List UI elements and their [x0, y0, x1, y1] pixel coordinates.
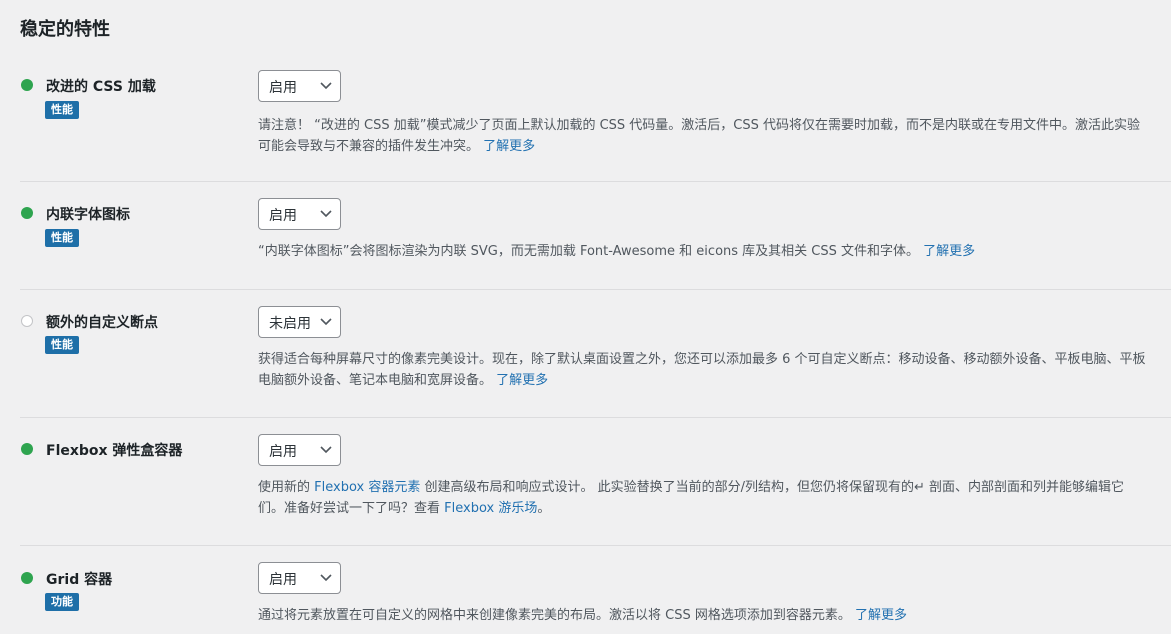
divider	[20, 289, 1171, 290]
feature-name: 改进的 CSS 加载	[46, 79, 156, 95]
feature-description: 使用新的 Flexbox 容器元素 创建高级布局和响应式设计。 此实验替换了当前…	[258, 477, 1148, 519]
section-title: 稳定的特性	[20, 19, 110, 40]
feature-name: Flexbox 弹性盒容器	[46, 443, 183, 459]
learn-more-link[interactable]: 了解更多	[483, 139, 535, 154]
flexbox-container-link[interactable]: Flexbox 容器元素	[314, 480, 420, 495]
tag-badge: 性能	[45, 229, 79, 247]
experiments-page: 稳定的特性 改进的 CSS 加载 性能 启用 请注意！ “改进的 CSS 加载”…	[0, 0, 1171, 634]
description-text: 获得适合每种屏幕尺寸的像素完美设计。现在，除了默认桌面设置之外，您还可以添加最多…	[258, 352, 1146, 388]
select-value: 启用	[269, 572, 297, 588]
feature-name: 额外的自定义断点	[46, 315, 158, 331]
divider	[20, 181, 1171, 182]
chevron-down-icon	[320, 446, 332, 454]
status-dot-active-icon	[21, 572, 33, 584]
status-select[interactable]: 启用	[258, 198, 341, 230]
description-text: 。	[537, 501, 551, 516]
status-select[interactable]: 未启用	[258, 306, 341, 338]
status-dot-active-icon	[21, 443, 33, 455]
divider	[20, 545, 1171, 546]
select-value: 启用	[269, 444, 297, 460]
divider	[20, 417, 1171, 418]
select-value: 未启用	[269, 316, 311, 332]
status-dot-inactive-icon	[21, 315, 33, 327]
status-dot-active-icon	[21, 79, 33, 91]
chevron-down-icon	[320, 210, 332, 218]
feature-name: 内联字体图标	[46, 207, 130, 223]
select-value: 启用	[269, 208, 297, 224]
feature-description: 通过将元素放置在可自定义的网格中来创建像素完美的布局。激活以将 CSS 网格选项…	[258, 605, 1148, 626]
status-dot-active-icon	[21, 207, 33, 219]
learn-more-link[interactable]: 了解更多	[855, 608, 907, 623]
feature-description: 请注意！ “改进的 CSS 加载”模式减少了页面上默认加载的 CSS 代码量。激…	[258, 115, 1148, 157]
learn-more-link[interactable]: 了解更多	[496, 373, 548, 388]
feature-name: Grid 容器	[46, 572, 113, 588]
status-select[interactable]: 启用	[258, 434, 341, 466]
tag-badge: 功能	[45, 593, 79, 611]
description-text: “内联字体图标”会将图标渲染为内联 SVG，而无需加载 Font-Awesome…	[258, 244, 920, 259]
description-text: 请注意！ “改进的 CSS 加载”模式减少了页面上默认加载的 CSS 代码量。激…	[258, 118, 1141, 154]
flexbox-playground-link[interactable]: Flexbox 游乐场	[444, 501, 537, 516]
feature-description: 获得适合每种屏幕尺寸的像素完美设计。现在，除了默认桌面设置之外，您还可以添加最多…	[258, 349, 1148, 391]
status-select[interactable]: 启用	[258, 562, 341, 594]
tag-badge: 性能	[45, 101, 79, 119]
status-select[interactable]: 启用	[258, 70, 341, 102]
feature-description: “内联字体图标”会将图标渲染为内联 SVG，而无需加载 Font-Awesome…	[258, 241, 1148, 262]
tag-badge: 性能	[45, 336, 79, 354]
chevron-down-icon	[320, 574, 332, 582]
select-value: 启用	[269, 80, 297, 96]
chevron-down-icon	[320, 82, 332, 90]
description-text: 通过将元素放置在可自定义的网格中来创建像素完美的布局。激活以将 CSS 网格选项…	[258, 608, 851, 623]
chevron-down-icon	[320, 318, 332, 326]
description-text: 使用新的	[258, 480, 315, 495]
learn-more-link[interactable]: 了解更多	[923, 244, 975, 259]
